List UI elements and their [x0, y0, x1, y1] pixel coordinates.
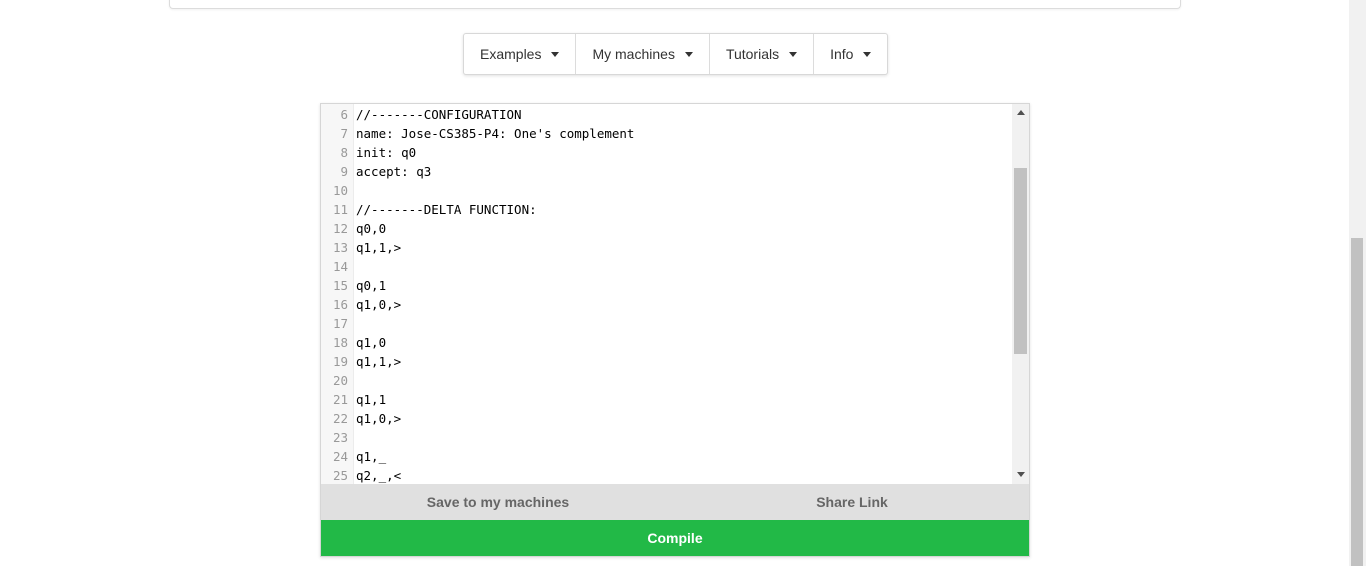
line-text: q1,0,>	[356, 297, 402, 312]
line-number: 9	[340, 164, 348, 179]
code-line[interactable]: 13 q1,1,>	[321, 238, 1011, 257]
line-text	[356, 371, 1011, 390]
code-lines: 6 //-------CONFIGURATION 7 name: Jose-CS385…	[321, 105, 1011, 484]
editor-scroll-thumb[interactable]	[1014, 168, 1027, 354]
line-text: //-------CONFIGURATION	[356, 107, 522, 122]
examples-label: Examples	[480, 46, 542, 62]
code-line[interactable]: 15 q0,1	[321, 276, 1011, 295]
save-to-my-machines-button[interactable]: Save to my machines	[321, 484, 675, 520]
line-text	[356, 257, 1011, 276]
scroll-down-arrow-icon[interactable]	[1017, 472, 1025, 477]
line-number: 15	[332, 278, 348, 293]
code-line[interactable]: 24 q1,_	[321, 447, 1011, 466]
scroll-up-arrow-icon[interactable]	[1017, 110, 1025, 115]
line-text: //-------DELTA FUNCTION:	[356, 202, 537, 217]
share-link-button[interactable]: Share Link	[675, 484, 1029, 520]
caret-down-icon	[684, 51, 693, 57]
code-line[interactable]: 17	[321, 314, 1011, 333]
line-number: 18	[332, 335, 348, 350]
line-text: q1,1,>	[356, 240, 402, 255]
line-number: 14	[332, 259, 348, 274]
line-text: q1,_	[356, 449, 387, 464]
code-line[interactable]: 23	[321, 428, 1011, 447]
line-number: 16	[332, 297, 348, 312]
caret-down-icon	[789, 51, 798, 57]
line-number: 13	[332, 240, 348, 255]
line-text	[356, 428, 1011, 447]
line-text: init: q0	[356, 145, 417, 160]
code-line[interactable]: 16 q1,0,>	[321, 295, 1011, 314]
line-text: q1,1,>	[356, 354, 402, 369]
line-text	[356, 314, 1011, 333]
line-number: 11	[332, 202, 348, 217]
code-line[interactable]: 21 q1,1	[321, 390, 1011, 409]
line-text: q2,_,<	[356, 468, 402, 483]
line-text	[356, 181, 1011, 200]
line-text: accept: q3	[356, 164, 432, 179]
code-line[interactable]: 6 //-------CONFIGURATION	[321, 105, 1011, 124]
top-panel	[169, 0, 1181, 9]
line-number: 8	[340, 145, 348, 160]
line-text: q0,0	[356, 221, 387, 236]
line-number: 17	[332, 316, 348, 331]
caret-down-icon	[863, 51, 872, 57]
line-text: q1,0,>	[356, 411, 402, 426]
line-number: 7	[340, 126, 348, 141]
my-machines-dropdown[interactable]: My machines	[576, 34, 710, 74]
line-number: 6	[340, 107, 348, 122]
info-dropdown[interactable]: Info	[814, 34, 887, 74]
code-line[interactable]: 12 q0,0	[321, 219, 1011, 238]
tutorials-label: Tutorials	[725, 46, 780, 62]
line-number: 21	[332, 392, 348, 407]
code-line[interactable]: 10	[321, 181, 1011, 200]
action-row: Save to my machines Share Link	[321, 484, 1029, 520]
code-editor[interactable]: 6 //-------CONFIGURATION 7 name: Jose-CS385…	[321, 104, 1029, 484]
code-line[interactable]: 19 q1,1,>	[321, 352, 1011, 371]
line-text: name: Jose-CS385-P4: One's complement	[356, 126, 635, 141]
code-line[interactable]: 25 q2,_,<	[321, 466, 1011, 484]
page-scrollbar[interactable]	[1349, 0, 1366, 566]
line-number: 12	[332, 221, 348, 236]
code-line[interactable]: 9 accept: q3	[321, 162, 1011, 181]
compile-button[interactable]: Compile	[321, 520, 1029, 556]
caret-down-icon	[551, 51, 560, 57]
line-text: q1,0	[356, 335, 387, 350]
tutorials-dropdown[interactable]: Tutorials	[710, 34, 815, 74]
page-scroll-thumb[interactable]	[1351, 238, 1363, 566]
menu-bar: Examples My machines Tutorials Info	[463, 33, 889, 75]
line-text: q1,1	[356, 392, 387, 407]
code-line[interactable]: 8 init: q0	[321, 143, 1011, 162]
line-number: 25	[332, 468, 348, 483]
code-line[interactable]: 20	[321, 371, 1011, 390]
code-line[interactable]: 22 q1,0,>	[321, 409, 1011, 428]
line-number: 23	[332, 430, 348, 445]
my-machines-label: My machines	[592, 46, 675, 62]
editor-card: 6 //-------CONFIGURATION 7 name: Jose-CS385…	[320, 103, 1030, 557]
code-line[interactable]: 7 name: Jose-CS385-P4: One's complement	[321, 124, 1011, 143]
line-number: 10	[332, 183, 348, 198]
examples-dropdown[interactable]: Examples	[464, 34, 577, 74]
editor-scrollbar[interactable]	[1012, 104, 1029, 484]
line-text: q0,1	[356, 278, 387, 293]
code-line[interactable]: 11 //-------DELTA FUNCTION:	[321, 200, 1011, 219]
line-number: 24	[332, 449, 348, 464]
line-number: 22	[332, 411, 348, 426]
line-number: 20	[332, 373, 348, 388]
line-number: 19	[332, 354, 348, 369]
code-line[interactable]: 18 q1,0	[321, 333, 1011, 352]
info-label: Info	[830, 46, 854, 62]
code-line[interactable]: 14	[321, 257, 1011, 276]
